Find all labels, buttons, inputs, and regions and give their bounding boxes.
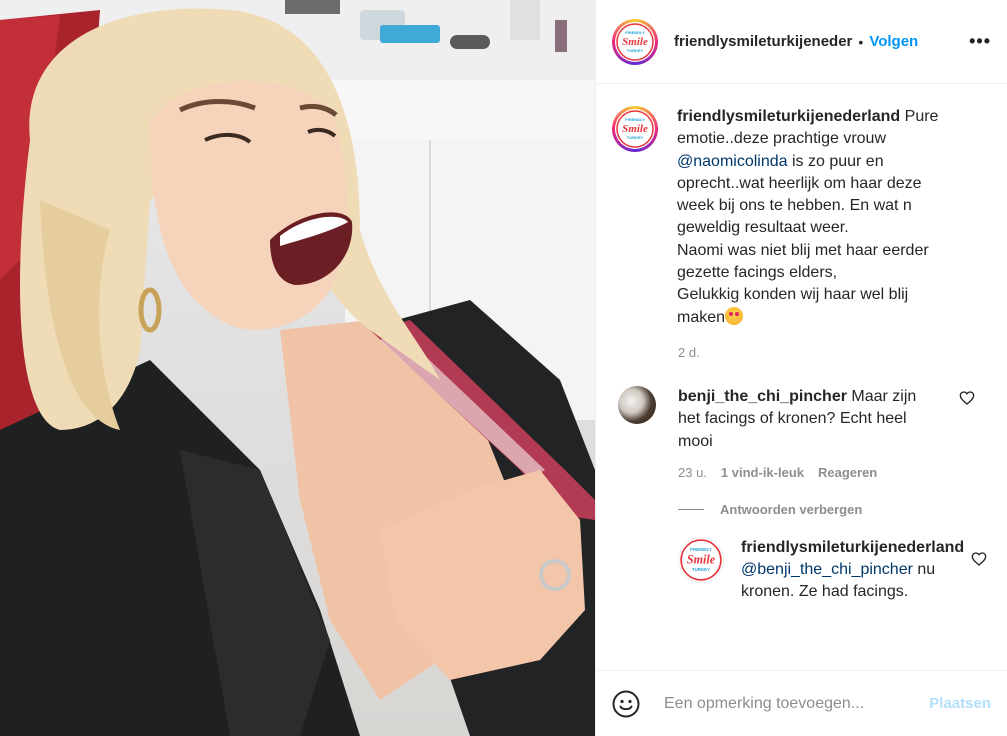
svg-text:Smile: Smile [687,552,716,566]
svg-text:Smile: Smile [622,123,648,135]
caption-mention[interactable]: @naomicolinda [677,153,788,170]
reply-logo: FRIENDLY Smile TURKEY [678,536,724,583]
account-logo: FRIENDLY Smile TURKEY [615,21,655,62]
caption-text-4: Gelukkig konden wij haar wel blij maken [677,286,909,326]
caption-text: friendlysmileturkijenederland Pure emoti… [677,106,957,329]
smile-logo-icon: FRIENDLY Smile TURKEY [680,539,722,581]
reply-avatar[interactable]: FRIENDLY Smile TURKEY [678,536,724,583]
smiling-face-with-hearts-emoji-icon [725,306,744,325]
comment-item: benji_the_chi_pincher Maar zijn het faci… [612,385,991,453]
comment-likes[interactable]: 1 vind-ik-leuk [721,465,804,480]
post-modal: FRIENDLY Smile TURKEY friendlysmileturki… [0,0,1007,736]
smile-logo-icon: FRIENDLY Smile TURKEY [616,22,654,61]
post-photo-illustration [0,0,595,736]
post-comment-button[interactable]: Plaatsen [929,695,991,712]
svg-text:TURKEY: TURKEY [692,567,710,572]
hide-replies-line [678,508,704,510]
caption-username[interactable]: friendlysmileturkijenederland [677,108,900,125]
commenter-avatar[interactable] [618,385,656,424]
svg-text:TURKEY: TURKEY [627,135,644,140]
svg-text:FRIENDLY: FRIENDLY [625,30,645,35]
hide-replies-button[interactable]: Antwoorden verbergen [678,502,991,517]
reply-mention[interactable]: @benji_the_chi_pincher [741,561,913,578]
more-options-icon[interactable]: ••• [969,31,991,52]
reply-username[interactable]: friendlysmileturkijenederland [741,539,964,556]
commenter-username[interactable]: benji_the_chi_pincher [678,388,847,405]
svg-text:TURKEY: TURKEY [627,48,644,53]
caption-text-3: Naomi was niet blij met haar eerder geze… [677,241,929,282]
header-separator: • [858,33,864,50]
comment-composer: Plaatsen [596,670,1007,736]
heart-icon[interactable] [971,551,987,567]
post-photo[interactable] [0,0,595,736]
comment-meta: 23 u. 1 vind-ik-leuk Reageren [678,465,991,480]
caption-logo: FRIENDLY Smile TURKEY [615,109,655,149]
account-avatar[interactable]: FRIENDLY Smile TURKEY [612,18,658,65]
reply-text: friendlysmileturkijenederland @benji_the… [741,537,971,604]
post-caption: FRIENDLY Smile TURKEY friendlysmileturki… [612,106,991,329]
svg-text:FRIENDLY: FRIENDLY [625,117,645,122]
post-header: FRIENDLY Smile TURKEY friendlysmileturki… [596,0,1007,84]
reply-item: FRIENDLY Smile TURKEY friendlysmileturki… [678,536,991,604]
comment-timestamp[interactable]: 23 u. [678,465,707,480]
follow-button[interactable]: Volgen [869,33,918,50]
smiley-face-icon[interactable] [612,690,640,718]
reply-button[interactable]: Reageren [818,465,877,480]
svg-text:Smile: Smile [622,36,648,48]
comments-list[interactable]: FRIENDLY Smile TURKEY friendlysmileturki… [596,84,1007,670]
post-details-panel: FRIENDLY Smile TURKEY friendlysmileturki… [595,0,1007,736]
header-username[interactable]: friendlysmileturkijeneder [674,33,852,50]
caption-avatar[interactable]: FRIENDLY Smile TURKEY [612,106,658,152]
comment-input[interactable] [662,693,922,714]
comment-text: benji_the_chi_pincher Maar zijn het faci… [678,386,928,453]
smile-logo-icon: FRIENDLY Smile TURKEY [616,110,654,148]
caption-timestamp[interactable]: 2 d. [678,345,991,360]
heart-icon[interactable] [959,390,975,406]
hide-replies-label: Antwoorden verbergen [720,501,863,517]
